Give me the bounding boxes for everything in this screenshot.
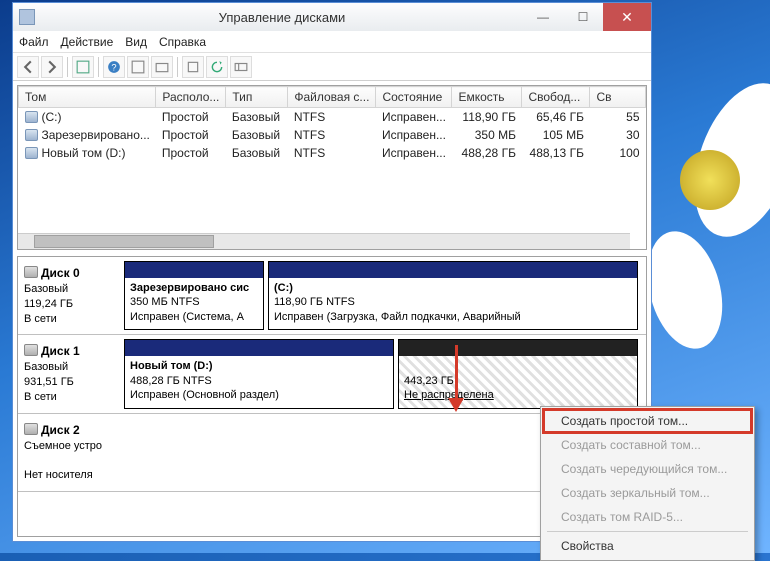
toolbar-icon[interactable] <box>182 56 204 78</box>
flower-center <box>680 150 740 210</box>
menu-file[interactable]: Файл <box>19 35 49 49</box>
menu-view[interactable]: Вид <box>125 35 147 49</box>
ctx-create-striped-volume[interactable]: Создать чередующийся том... <box>543 457 752 481</box>
minimize-button[interactable]: — <box>523 3 563 31</box>
menu-help[interactable]: Справка <box>159 35 206 49</box>
partition-system-reserved[interactable]: Зарезервировано сис 350 МБ NTFS Исправен… <box>124 261 264 330</box>
context-menu: Создать простой том... Создать составной… <box>540 406 755 561</box>
toolbar-icon[interactable] <box>230 56 252 78</box>
col-capacity[interactable]: Емкость <box>452 87 522 108</box>
col-volume[interactable]: Том <box>19 87 156 108</box>
window-title: Управление дисками <box>41 10 523 25</box>
disk-icon <box>24 423 38 435</box>
menubar: Файл Действие Вид Справка <box>13 31 651 53</box>
partition-d[interactable]: Новый том (D:) 488,28 ГБ NTFS Исправен (… <box>124 339 394 408</box>
ctx-separator <box>547 531 748 532</box>
volume-icon <box>25 111 38 123</box>
col-fs[interactable]: Файловая с... <box>288 87 376 108</box>
partition-unallocated[interactable]: 443,23 ГБ Не распределена <box>398 339 638 408</box>
partition-c[interactable]: (C:) 118,90 ГБ NTFS Исправен (Загрузка, … <box>268 261 638 330</box>
volume-icon <box>25 147 38 159</box>
titlebar[interactable]: Управление дисками — ☐ ✕ <box>13 3 651 31</box>
forward-button[interactable] <box>41 56 63 78</box>
ctx-create-simple-volume[interactable]: Создать простой том... <box>543 409 752 433</box>
help-icon[interactable]: ? <box>103 56 125 78</box>
refresh-icon[interactable] <box>206 56 228 78</box>
app-icon <box>19 9 35 25</box>
disk-info[interactable]: Диск 2 Съемное устро Нет носителя <box>22 418 124 487</box>
toolbar-separator <box>177 57 178 77</box>
volume-icon <box>25 129 38 141</box>
col-layout[interactable]: Располо... <box>156 87 226 108</box>
ctx-create-spanned-volume[interactable]: Создать составной том... <box>543 433 752 457</box>
ctx-create-raid5-volume[interactable]: Создать том RAID-5... <box>543 505 752 529</box>
ctx-properties[interactable]: Свойства <box>543 534 752 558</box>
disk-row: Диск 1 Базовый 931,51 ГБ В сети Новый то… <box>18 335 646 413</box>
toolbar-icon[interactable] <box>72 56 94 78</box>
col-pct[interactable]: Св <box>590 87 646 108</box>
disk-row: Диск 0 Базовый 119,24 ГБ В сети Зарезерв… <box>18 257 646 335</box>
col-type[interactable]: Тип <box>226 87 288 108</box>
toolbar-separator <box>98 57 99 77</box>
toolbar-separator <box>67 57 68 77</box>
toolbar-icon[interactable] <box>151 56 173 78</box>
col-status[interactable]: Состояние <box>376 87 452 108</box>
partition-header <box>399 340 637 356</box>
volume-row[interactable]: (C:) Простой Базовый NTFS Исправен... 11… <box>19 108 646 127</box>
partition-header <box>269 262 637 278</box>
horizontal-scrollbar[interactable] <box>18 233 630 249</box>
maximize-button[interactable]: ☐ <box>563 3 603 31</box>
disk-info[interactable]: Диск 0 Базовый 119,24 ГБ В сети <box>22 261 124 330</box>
partition-header <box>125 262 263 278</box>
toolbar: ? <box>13 53 651 81</box>
ctx-create-mirror-volume[interactable]: Создать зеркальный том... <box>543 481 752 505</box>
partition-header <box>125 340 393 356</box>
close-button[interactable]: ✕ <box>603 3 651 31</box>
svg-text:?: ? <box>111 62 116 72</box>
disk-icon <box>24 344 38 356</box>
volume-row[interactable]: Зарезервировано... Простой Базовый NTFS … <box>19 126 646 144</box>
disk-info[interactable]: Диск 1 Базовый 931,51 ГБ В сети <box>22 339 124 408</box>
toolbar-icon[interactable] <box>127 56 149 78</box>
scrollbar-thumb[interactable] <box>34 235 214 248</box>
col-free[interactable]: Свобод... <box>522 87 590 108</box>
volume-row[interactable]: Новый том (D:) Простой Базовый NTFS Испр… <box>19 144 646 162</box>
disk-icon <box>24 266 38 278</box>
volume-list[interactable]: Том Располо... Тип Файловая с... Состоян… <box>17 85 647 250</box>
back-button[interactable] <box>17 56 39 78</box>
menu-action[interactable]: Действие <box>61 35 114 49</box>
